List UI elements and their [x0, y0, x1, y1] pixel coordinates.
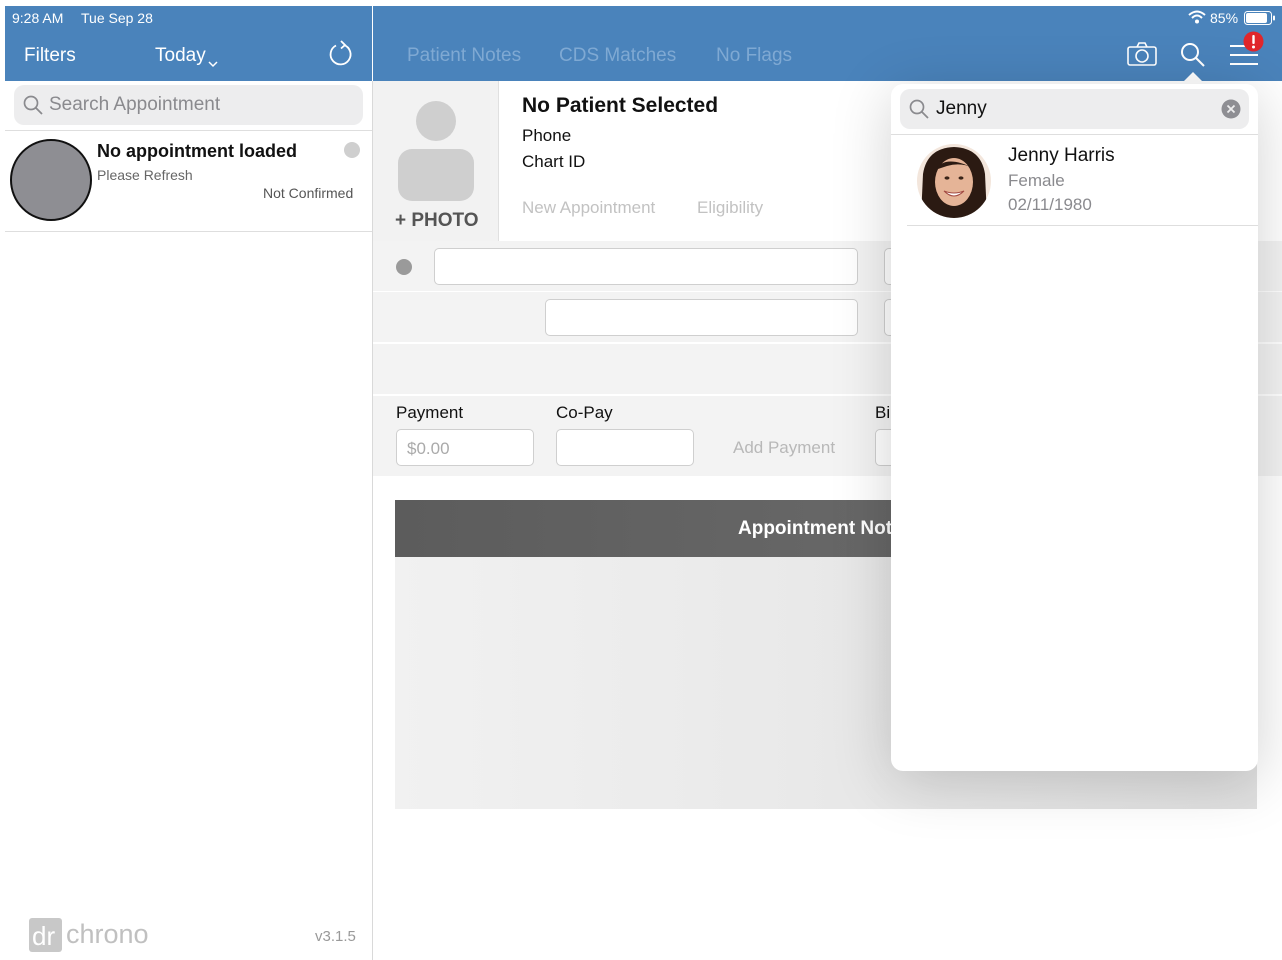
chevron-down-icon	[208, 55, 218, 73]
payment-label: Payment	[396, 403, 464, 422]
clear-icon[interactable]	[1221, 99, 1241, 119]
search-icon	[909, 99, 929, 119]
patient-name: No Patient Selected	[522, 94, 719, 117]
search-icon	[23, 95, 43, 115]
status-time: 9:28 AM	[12, 10, 64, 26]
drchrono-logo: dr	[29, 918, 62, 952]
appointment-title: No appointment loaded	[97, 141, 297, 161]
appointment-field[interactable]	[545, 299, 858, 336]
appointment-subtitle: Please Refresh	[97, 167, 193, 183]
appointment-field[interactable]	[434, 248, 858, 285]
copay-field[interactable]	[556, 429, 694, 466]
status-dot	[344, 142, 360, 158]
eligibility-button[interactable]: Eligibility	[697, 198, 763, 218]
appointment-notes-title: Appointment Not	[738, 518, 893, 539]
battery-icon	[1244, 11, 1276, 30]
patient-photo-area[interactable]: + PHOTO	[373, 81, 499, 241]
alert-badge-icon	[1243, 31, 1264, 57]
add-photo-label: PHOTO	[411, 210, 479, 231]
avatar	[10, 139, 92, 221]
version-label: v3.1.5	[315, 928, 356, 945]
battery-percent: 85%	[1210, 10, 1239, 26]
status-date: Tue Sep 28	[81, 10, 153, 26]
filters-button[interactable]: Filters	[24, 45, 76, 67]
result-gender: Female	[1008, 171, 1065, 190]
patient-result-item[interactable]: Jenny Harris Female 02/11/1980	[891, 135, 1258, 225]
tab-cds-matches[interactable]: CDS Matches	[559, 45, 676, 67]
result-name: Jenny Harris	[1008, 145, 1115, 166]
popover-arrow	[1181, 72, 1205, 84]
billing-label: Bi	[875, 403, 891, 422]
patient-photo-avatar	[917, 144, 991, 218]
payment-field[interactable]: $0.00	[396, 429, 534, 466]
appointment-list-item[interactable]: No appointment loaded Please Refresh Not…	[5, 131, 372, 231]
search-appointment-input[interactable]: Search Appointment	[14, 85, 363, 125]
chart-id-label: Chart ID	[522, 152, 586, 171]
appointment-status: Not Confirmed	[263, 185, 354, 201]
person-placeholder-icon	[398, 101, 474, 201]
tab-patient-notes[interactable]: Patient Notes	[407, 45, 521, 67]
payment-value: $0.00	[407, 439, 450, 458]
add-payment-button[interactable]: Add Payment	[733, 438, 835, 458]
phone-label: Phone	[522, 126, 572, 145]
camera-icon[interactable]	[1127, 42, 1157, 71]
patient-search-input[interactable]: Jenny	[900, 89, 1249, 129]
logo-chrono: chrono	[66, 919, 149, 949]
status-dot	[396, 259, 412, 275]
copay-label: Co-Pay	[556, 403, 613, 422]
refresh-icon[interactable]	[327, 40, 353, 73]
search-query: Jenny	[936, 98, 987, 119]
tab-no-flags[interactable]: No Flags	[716, 45, 792, 67]
search-icon[interactable]	[1180, 42, 1206, 73]
search-placeholder: Search Appointment	[49, 94, 221, 115]
logo-dr: dr	[32, 921, 56, 951]
date-filter-dropdown[interactable]: Today	[155, 45, 206, 67]
divider	[5, 231, 372, 232]
divider	[907, 225, 1258, 226]
result-dob: 02/11/1980	[1008, 195, 1092, 214]
new-appointment-button[interactable]: New Appointment	[522, 198, 655, 218]
wifi-icon	[1188, 10, 1206, 29]
add-photo-button[interactable]: + PHOTO	[395, 210, 479, 232]
